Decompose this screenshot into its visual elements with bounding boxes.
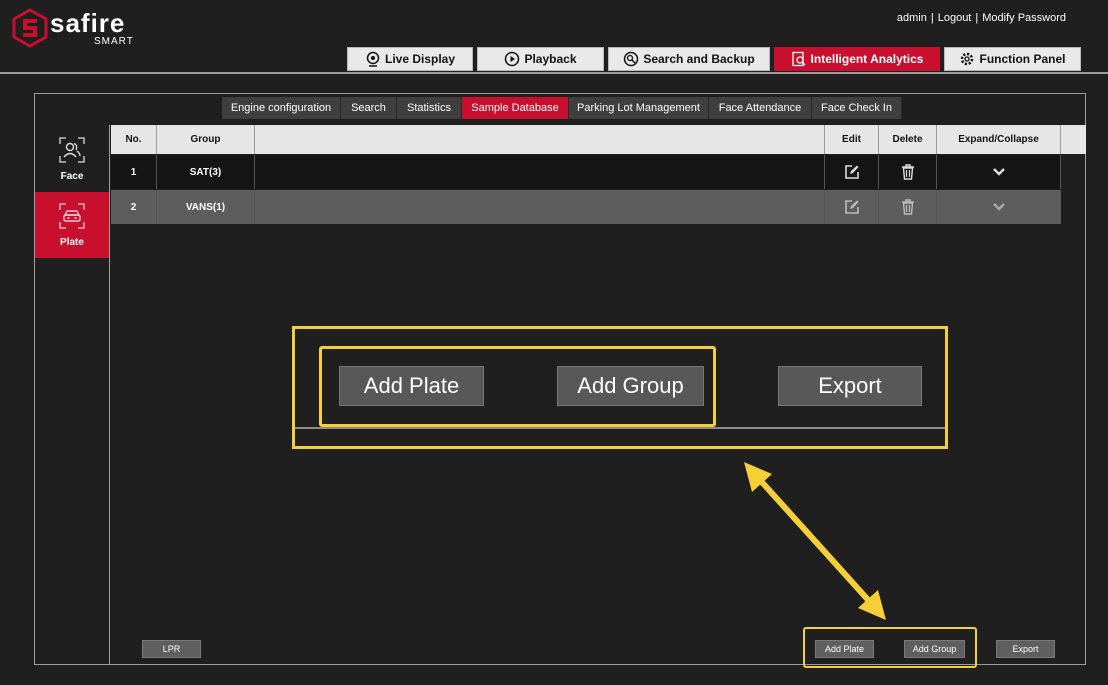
- chevron-down-icon: [992, 203, 1005, 211]
- play-icon: [505, 51, 520, 67]
- col-edit: Edit: [825, 125, 879, 154]
- nav-item-plate[interactable]: Plate: [35, 192, 109, 258]
- export-button[interactable]: Export: [996, 640, 1055, 658]
- brand-sub: SMART: [94, 36, 134, 47]
- subtab-parking-lot-management[interactable]: Parking Lot Management: [569, 97, 709, 119]
- zoom-divider: [295, 427, 945, 429]
- trash-icon: [901, 199, 914, 215]
- cell-group: SAT(3): [157, 155, 255, 189]
- table-row[interactable]: 2 VANS(1): [111, 190, 1061, 224]
- lpr-button[interactable]: LPR: [142, 640, 201, 658]
- edit-icon: [844, 200, 859, 214]
- header-divider: [0, 72, 1108, 74]
- col-expand-collapse: Expand/Collapse: [937, 125, 1061, 154]
- cell-spacer: [255, 190, 825, 224]
- tab-label: Live Display: [384, 52, 456, 66]
- tab-search-backup[interactable]: Search and Backup: [608, 47, 770, 71]
- modify-password-link[interactable]: Modify Password: [982, 12, 1066, 24]
- nav-label: Plate: [60, 236, 84, 248]
- zoom-export-button[interactable]: Export: [778, 366, 922, 406]
- table-header: No. Group Edit Delete Expand/Collapse: [111, 125, 1086, 154]
- face-icon: [59, 136, 85, 163]
- add-plate-button[interactable]: Add Plate: [815, 640, 874, 658]
- gear-icon: [961, 52, 974, 66]
- tab-label: Playback: [524, 52, 577, 66]
- tab-intelligent-analytics[interactable]: Intelligent Analytics: [774, 47, 940, 71]
- logout-link[interactable]: Logout: [938, 12, 972, 24]
- edit-button[interactable]: [825, 190, 879, 224]
- expand-button[interactable]: [937, 155, 1061, 189]
- double-arrow-icon: [744, 462, 886, 620]
- brand-name: safire: [50, 8, 126, 38]
- cell-no: 1: [111, 155, 157, 189]
- tab-label: Search and Backup: [643, 52, 755, 66]
- subtab-engine-configuration[interactable]: Engine configuration: [222, 97, 341, 119]
- tab-live-display[interactable]: Live Display: [347, 47, 473, 71]
- col-delete: Delete: [879, 125, 937, 154]
- edit-icon: [844, 165, 859, 179]
- col-spacer: [255, 125, 825, 154]
- tab-label: Intelligent Analytics: [810, 52, 924, 66]
- tab-label: Function Panel: [979, 52, 1066, 66]
- cell-spacer: [255, 155, 825, 189]
- nav-item-face[interactable]: Face: [35, 126, 109, 192]
- trash-icon: [901, 164, 914, 180]
- delete-button[interactable]: [879, 155, 937, 189]
- edit-button[interactable]: [825, 155, 879, 189]
- subtab-search[interactable]: Search: [341, 97, 397, 119]
- subtab-statistics[interactable]: Statistics: [397, 97, 462, 119]
- cell-group: VANS(1): [157, 190, 255, 224]
- username: admin: [896, 12, 927, 24]
- add-group-button[interactable]: Add Group: [904, 640, 965, 658]
- tab-function-panel[interactable]: Function Panel: [944, 47, 1081, 71]
- search-backup-icon: [624, 51, 639, 67]
- subtab-sample-database[interactable]: Sample Database: [462, 97, 569, 119]
- col-no: No.: [111, 125, 157, 154]
- chevron-down-icon: [992, 168, 1005, 176]
- table-row[interactable]: 1 SAT(3): [111, 155, 1061, 189]
- nav-label: Face: [60, 170, 84, 182]
- expand-button[interactable]: [937, 190, 1061, 224]
- car-icon: [59, 202, 85, 229]
- zoom-add-group-button[interactable]: Add Group: [557, 366, 704, 406]
- subtab-face-check-in[interactable]: Face Check In: [812, 97, 902, 119]
- delete-button[interactable]: [879, 190, 937, 224]
- tab-playback[interactable]: Playback: [477, 47, 604, 71]
- col-group: Group: [157, 125, 255, 154]
- subtab-face-attendance[interactable]: Face Attendance: [709, 97, 812, 119]
- user-bar: admin | Logout | Modify Password: [896, 12, 1066, 24]
- cell-no: 2: [111, 190, 157, 224]
- webcam-icon: [366, 51, 380, 67]
- analytics-icon: [791, 51, 806, 67]
- zoom-add-plate-button[interactable]: Add Plate: [339, 366, 484, 406]
